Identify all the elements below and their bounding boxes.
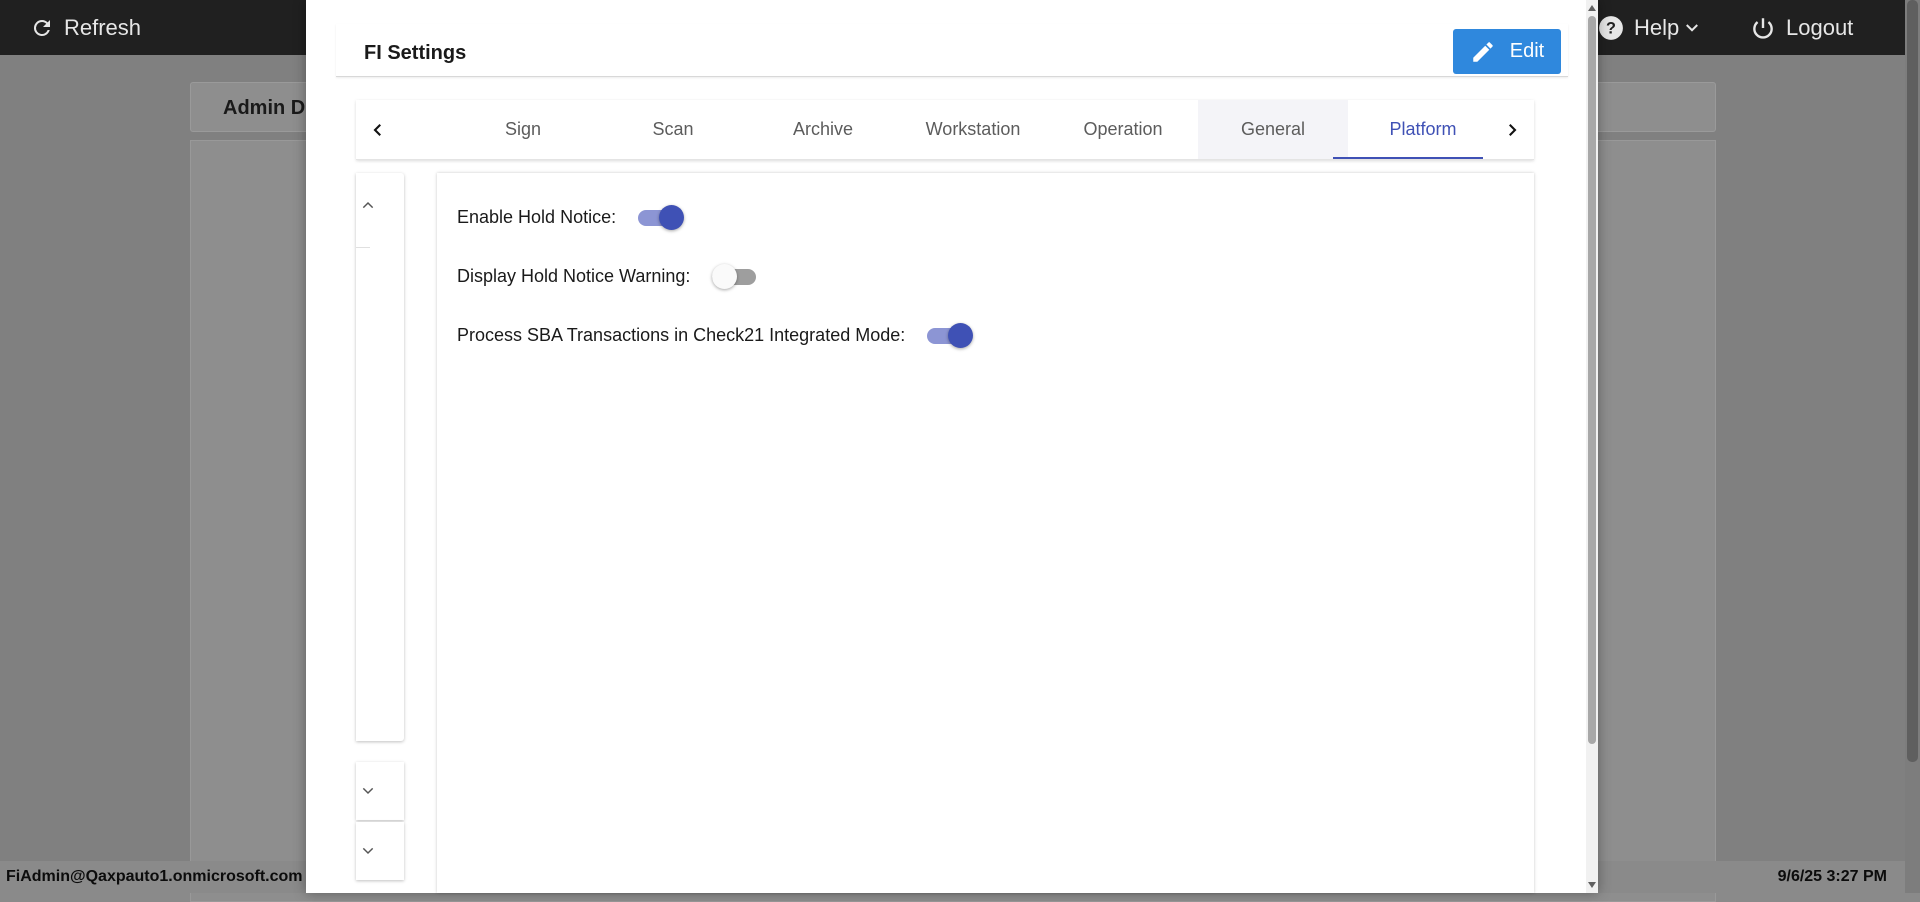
- page-scrollbar[interactable]: [1905, 0, 1920, 893]
- help-menu[interactable]: ? Help: [1598, 0, 1701, 55]
- triangle-down-icon: [1588, 882, 1596, 888]
- tab-operation[interactable]: Operation: [1048, 100, 1198, 159]
- help-label: Help: [1634, 14, 1680, 40]
- expand-section-button-1[interactable]: [358, 781, 378, 801]
- help-circle-icon: ?: [1599, 15, 1623, 40]
- tab-archive[interactable]: Archive: [748, 100, 898, 159]
- triangle-up-icon: [1588, 5, 1596, 11]
- display-hold-notice-warning-toggle[interactable]: [712, 263, 757, 289]
- chevron-right-icon: [1509, 123, 1517, 136]
- platform-settings-panel: Enable Hold Notice: Display Hold Notice …: [437, 173, 1534, 893]
- modal-scrollbar-thumb[interactable]: [1588, 16, 1596, 744]
- footer-user: FiAdmin@Qaxpauto1.onmicrosoft.com: [6, 868, 303, 885]
- side-panel-section-1[interactable]: [356, 762, 404, 820]
- collapse-section-button[interactable]: [358, 195, 378, 215]
- modal-scroll-up[interactable]: [1586, 1, 1598, 15]
- tab-scroll-left[interactable]: [356, 100, 400, 159]
- tab-workstation[interactable]: Workstation: [898, 100, 1048, 159]
- refresh-icon: [33, 19, 50, 36]
- pencil-icon: [1473, 41, 1493, 62]
- setting-label: Display Hold Notice Warning:: [457, 265, 691, 286]
- modal-header: FI Settings: [336, 24, 1568, 77]
- setting-label: Enable Hold Notice:: [457, 206, 617, 227]
- side-panel-section-2[interactable]: [356, 822, 404, 880]
- tab-sign[interactable]: Sign: [448, 100, 598, 159]
- refresh-label: Refresh: [64, 14, 142, 40]
- setting-label: Process SBA Transactions in Check21 Inte…: [457, 324, 906, 345]
- modal-scrollbar[interactable]: [1586, 0, 1598, 893]
- svg-text:?: ?: [1606, 19, 1616, 37]
- side-panel-card: [356, 173, 404, 741]
- modal-title: FI Settings: [364, 42, 467, 64]
- tab-general[interactable]: General: [1198, 100, 1348, 159]
- setting-process-sba-transactions: Process SBA Transactions in Check21 Inte…: [457, 322, 974, 348]
- side-panel-divider: [356, 247, 370, 248]
- modal-scroll-down[interactable]: [1586, 878, 1598, 892]
- logout-button[interactable]: Logout: [1750, 0, 1853, 55]
- toggle-knob: [712, 264, 738, 289]
- toggle-knob: [659, 205, 685, 230]
- setting-display-hold-notice-warning: Display Hold Notice Warning:: [457, 263, 757, 289]
- expand-section-button-2[interactable]: [358, 841, 378, 861]
- chevron-up-icon: [362, 201, 374, 209]
- settings-tabs: Sign Scan Archive Workstation Operation …: [356, 100, 1534, 160]
- edit-label: Edit: [1509, 40, 1545, 62]
- tab-scan[interactable]: Scan: [598, 100, 748, 159]
- setting-enable-hold-notice: Enable Hold Notice:: [457, 204, 685, 230]
- power-icon: [1753, 17, 1773, 39]
- page-scrollbar-thumb[interactable]: [1907, 0, 1918, 762]
- logout-label: Logout: [1786, 14, 1854, 40]
- chevron-down-icon: [1686, 23, 1699, 32]
- tab-platform[interactable]: Platform: [1333, 100, 1498, 159]
- toggle-knob: [948, 323, 974, 348]
- enable-hold-notice-toggle[interactable]: [638, 204, 685, 230]
- edit-button[interactable]: Edit: [1453, 29, 1561, 74]
- refresh-button[interactable]: Refresh: [30, 0, 141, 55]
- process-sba-transactions-toggle[interactable]: [927, 322, 974, 348]
- chevron-down-icon: [362, 847, 374, 855]
- footer-datetime: 9/6/25 3:27 PM: [1777, 868, 1887, 885]
- chevron-down-icon: [362, 787, 374, 795]
- tab-scroll-right[interactable]: [1490, 100, 1534, 159]
- chevron-left-icon: [373, 123, 381, 136]
- background-header-title: Admin D: [223, 97, 306, 119]
- fi-settings-modal: FI Settings Edit Sign Scan Archive Works…: [306, 0, 1598, 893]
